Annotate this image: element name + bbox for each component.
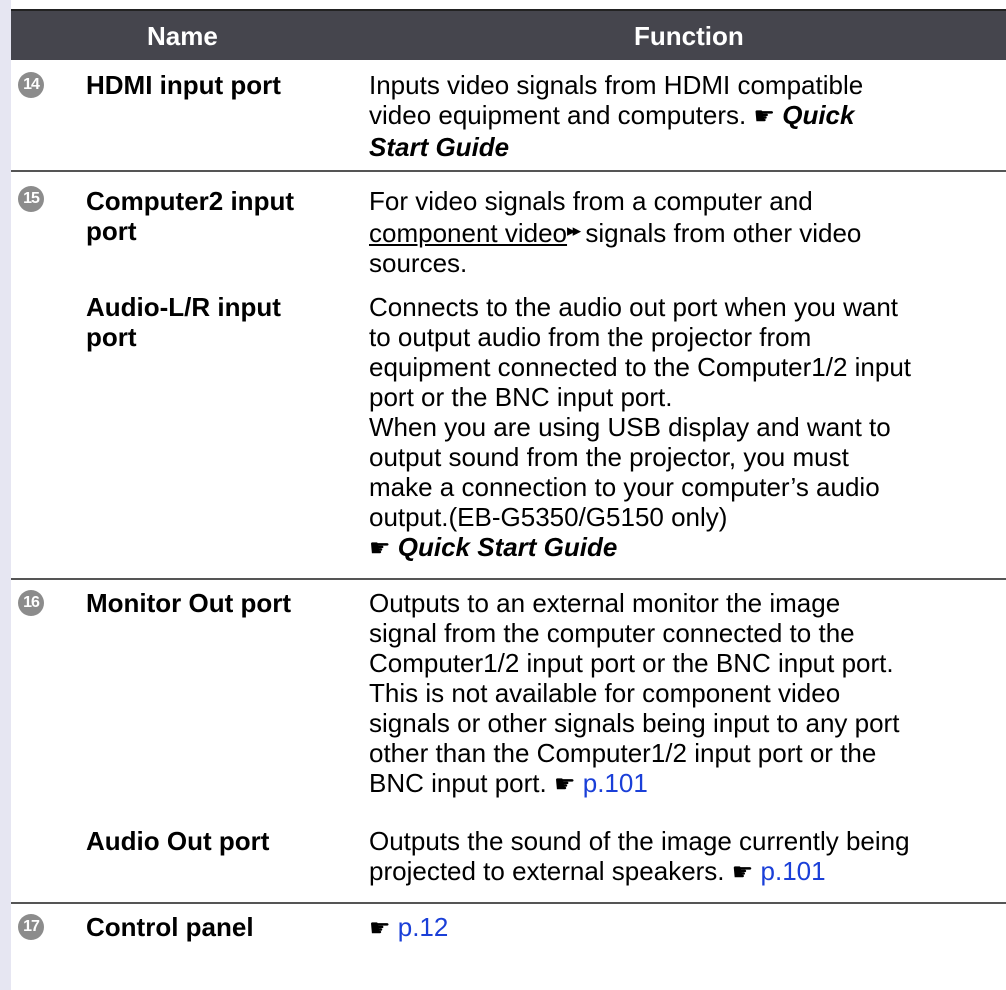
header-function: Function [634,21,744,51]
table-row: Audio Out port Outputs the sound of the … [11,816,1006,904]
port-function: Inputs video signals from HDMI compatibl… [369,70,864,162]
table-row: 14 HDMI input port Inputs video signals … [11,60,1006,172]
page-link[interactable]: p.12 [398,912,449,942]
port-name: Audio-L/R input port [86,292,281,352]
table-row: 15 Computer2 input port For video signal… [11,172,1006,284]
table-row: Audio-L/R input port Connects to the aud… [11,284,1006,580]
left-margin-band [0,0,11,990]
table-row: 16 Monitor Out port Outputs to an extern… [11,580,1006,816]
pointing-hand-icon: ☛ [369,535,391,562]
pointing-hand-icon: ☛ [731,859,754,886]
port-function: Connects to the audio out port when you … [369,292,912,562]
header-name: Name [147,21,218,51]
port-function: Outputs to an external monitor the image… [369,588,900,798]
pointing-hand-icon: ☛ [369,915,391,942]
table-row: 17 Control panel ☛ p.12 [11,904,1006,954]
number-badge: 14 [18,72,44,98]
glossary-link[interactable]: component video [369,218,567,248]
port-name: Computer2 input port [86,186,294,246]
port-function: For video signals from a computer and co… [369,186,862,278]
page-link[interactable]: p.101 [761,856,826,886]
port-name: Monitor Out port [86,588,292,618]
port-name: HDMI input port [86,70,281,100]
number-badge: 17 [18,914,44,940]
page-link[interactable]: p.101 [583,768,648,798]
port-function: Outputs the sound of the image currently… [369,826,910,886]
table-header: Name Function [11,9,1006,60]
pointing-hand-icon: ☛ [753,103,775,130]
port-function: ☛ p.12 [369,912,994,944]
ports-table: Name Function 14 HDMI input port Inputs … [11,9,1006,954]
port-name: Audio Out port [86,826,270,856]
number-badge: 16 [18,590,44,616]
pointing-hand-icon: ☛ [553,771,576,798]
double-arrow-icon: ▸▸ [567,221,581,240]
port-name: Control panel [86,912,254,942]
number-badge: 15 [18,186,44,212]
